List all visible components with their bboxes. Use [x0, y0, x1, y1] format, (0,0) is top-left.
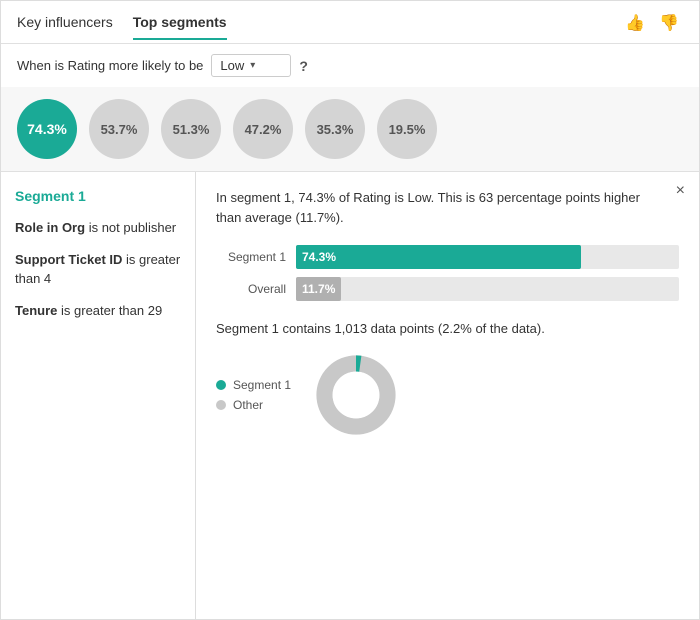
- rating-dropdown[interactable]: Low ▾: [211, 54, 291, 77]
- legend: Segment 1 Other: [216, 378, 291, 412]
- bubble-1[interactable]: 53.7%: [89, 99, 149, 159]
- bar-label-1: Overall: [216, 282, 286, 296]
- condition-2: Tenure is greater than 29: [15, 301, 181, 321]
- bar-chart: Segment 1 74.3% Overall 11.7%: [216, 245, 679, 301]
- legend-label-0: Segment 1: [233, 378, 291, 392]
- bar-track-1: 11.7%: [296, 277, 679, 301]
- bubbles-row: 74.3% 53.7% 51.3% 47.2% 35.3% 19.5%: [1, 87, 699, 172]
- condition-2-value: is greater than 29: [61, 303, 162, 318]
- dropdown-value: Low: [220, 58, 244, 73]
- help-icon[interactable]: ?: [299, 58, 308, 74]
- condition-1: Support Ticket ID is greater than 4: [15, 250, 181, 289]
- condition-0: Role in Org is not publisher: [15, 218, 181, 238]
- left-panel: Segment 1 Role in Org is not publisher S…: [1, 172, 196, 619]
- donut-section: Segment 1 contains 1,013 data points (2.…: [216, 321, 679, 440]
- tabs-header: Key influencers Top segments 👍 👎: [1, 1, 699, 44]
- thumbs-down-button[interactable]: 👎: [655, 11, 683, 35]
- chevron-down-icon: ▾: [250, 60, 255, 71]
- description-text: In segment 1, 74.3% of Rating is Low. Th…: [216, 188, 679, 227]
- segment-title: Segment 1: [15, 188, 181, 204]
- bar-value-1: 11.7%: [302, 282, 335, 296]
- tab-group: Key influencers Top segments: [17, 14, 227, 40]
- main-content: Segment 1 Role in Org is not publisher S…: [1, 172, 699, 619]
- main-container: Key influencers Top segments 👍 👎 When is…: [0, 0, 700, 620]
- right-panel: × In segment 1, 74.3% of Rating is Low. …: [196, 172, 699, 619]
- condition-1-field: Support Ticket ID: [15, 252, 122, 267]
- close-button[interactable]: ×: [676, 182, 685, 200]
- bubble-label-2: 51.3%: [173, 122, 210, 137]
- condition-2-field: Tenure: [15, 303, 57, 318]
- legend-dot-1: [216, 400, 226, 410]
- thumbs-up-button[interactable]: 👍: [621, 11, 649, 35]
- bubble-2[interactable]: 51.3%: [161, 99, 221, 159]
- donut-text: Segment 1 contains 1,013 data points (2.…: [216, 321, 679, 336]
- bar-fill-1: 11.7%: [296, 277, 341, 301]
- bubble-label-5: 19.5%: [389, 122, 426, 137]
- donut-chart: [311, 350, 401, 440]
- legend-item-0: Segment 1: [216, 378, 291, 392]
- bubble-0[interactable]: 74.3%: [17, 99, 77, 159]
- subtitle-prefix: When is Rating more likely to be: [17, 58, 203, 73]
- donut-container: Segment 1 Other: [216, 350, 679, 440]
- condition-0-value: is not publisher: [89, 220, 176, 235]
- tab-top-segments[interactable]: Top segments: [133, 14, 227, 40]
- tab-key-influencers[interactable]: Key influencers: [17, 14, 113, 40]
- bar-track-0: 74.3%: [296, 245, 679, 269]
- bar-row-0: Segment 1 74.3%: [216, 245, 679, 269]
- condition-0-field: Role in Org: [15, 220, 85, 235]
- bubble-label-0: 74.3%: [27, 121, 67, 137]
- legend-item-1: Other: [216, 398, 291, 412]
- bubble-label-1: 53.7%: [101, 122, 138, 137]
- legend-dot-0: [216, 380, 226, 390]
- legend-label-1: Other: [233, 398, 263, 412]
- bubble-5[interactable]: 19.5%: [377, 99, 437, 159]
- bar-row-1: Overall 11.7%: [216, 277, 679, 301]
- bar-value-0: 74.3%: [302, 250, 336, 264]
- bubble-3[interactable]: 47.2%: [233, 99, 293, 159]
- bar-label-0: Segment 1: [216, 250, 286, 264]
- subtitle-row: When is Rating more likely to be Low ▾ ?: [1, 44, 699, 87]
- bubble-label-3: 47.2%: [245, 122, 282, 137]
- bubble-4[interactable]: 35.3%: [305, 99, 365, 159]
- bar-fill-0: 74.3%: [296, 245, 581, 269]
- header-actions: 👍 👎: [621, 11, 683, 43]
- bubble-label-4: 35.3%: [317, 122, 354, 137]
